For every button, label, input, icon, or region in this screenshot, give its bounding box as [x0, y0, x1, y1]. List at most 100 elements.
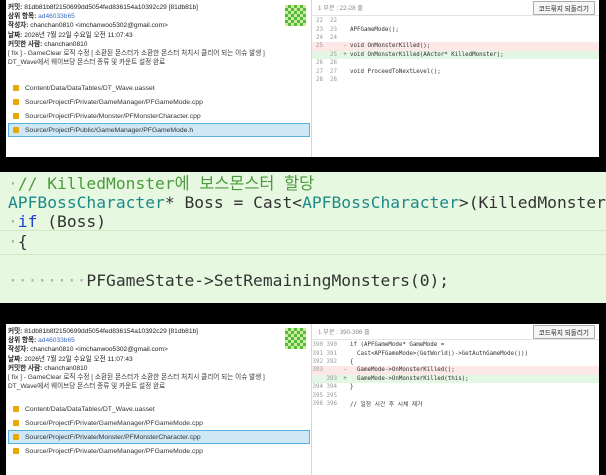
diff-line-removed: 25 - void OnMonsterKilled(); [312, 42, 599, 51]
commit-panel-top: 커밋: 81db81b8f2150699dd5054fed836154a1039… [6, 0, 599, 157]
diff-header: 1 부분 : 22-28 줄 코드묶지 되돌리기 [312, 0, 599, 16]
line-number: 28 [330, 76, 337, 83]
line-number: 390 [312, 342, 323, 349]
diff-line: 28 28 [312, 76, 599, 84]
commit-panel-bottom: 커밋: 81db81b8f2150699dd5054fed836154a1039… [6, 324, 599, 475]
line-number: 24 [330, 34, 337, 41]
diff-view: 1 부분 : 22-28 줄 코드묶지 되돌리기 22 22 23 23 APFGame… [311, 0, 599, 157]
line-number: 394 [326, 384, 337, 391]
diff-marker: + [343, 375, 347, 382]
commit-date: 2026년 7월 22일 수요일 오전 11:07:43 [24, 31, 133, 39]
commit-committer: chanchan0810 [44, 364, 88, 372]
line-number: 393 [312, 367, 323, 374]
file-modified-icon [13, 406, 19, 412]
line-number: 22 [316, 18, 323, 25]
file-item-selected[interactable]: Source/ProjectF/Public/GameManager/PFGam… [8, 123, 310, 137]
diff-header: 1 부분 : 390-396 줄 코드묶지 되돌리기 [312, 324, 599, 340]
code-line: APFBossCharacter* Boss = Cast<APFBossCha… [8, 193, 606, 212]
zoomed-code: ·// KilledMonster에 보스몬스터 할당 APFBossChara… [0, 172, 606, 303]
line-number: 395 [312, 392, 323, 399]
file-item[interactable]: Source/ProjectF/Private/GameManager/PFGa… [8, 444, 310, 458]
commit-details: 커밋: 81db81b8f2150699dd5054fed836154a1039… [6, 0, 311, 157]
code-line: ·// KilledMonster에 보스몬스터 할당 [8, 174, 315, 193]
diff-line-added: 393 + GameMode->OnMonsterKilled(this); [312, 374, 599, 383]
diff-view: 1 부분 : 390-396 줄 코드묶지 되돌리기 390 390 if (APF… [311, 324, 599, 475]
diff-line-removed: 393 - GameMode->OnMonsterKilled(); [312, 366, 599, 375]
commit-hash[interactable]: 81db81b8f2150699dd5054fed836154a10392c29… [24, 4, 198, 11]
code-line: ········PFGameState->SetRemainingMonster… [8, 271, 450, 290]
diff-line: 27 27 void ProceedToNextLevel(); [312, 67, 599, 75]
line-number: 390 [326, 342, 337, 349]
file-item[interactable]: Source/ProjectF/Private/GameManager/PFGa… [8, 416, 310, 430]
file-item[interactable]: Content/Data/DataTables/DT_Wave.uasset [8, 402, 310, 416]
line-number: 391 [312, 350, 323, 357]
commit-message: [ fix ] - GameClear 로직 수정 [ 소환된 몬스터가 소환한… [8, 50, 265, 66]
line-number: 394 [312, 384, 323, 391]
code-text: if (APFGameMode* GameMode = [350, 342, 445, 349]
line-number: 28 [316, 76, 323, 83]
diff-lines: 390 390 if (APFGameMode* GameMode = 391 391 … [312, 340, 599, 408]
line-number: 25 [330, 51, 337, 58]
diff-line: 394 394} [312, 383, 599, 391]
diff-line: 391 391 Cast<APFGameMode>(GetWorld()->Get… [312, 349, 599, 357]
commit-hash[interactable]: 81db81b8f2150699dd5054fed836154a10392c29… [24, 328, 198, 335]
revert-hunk-button[interactable]: 코드묶지 되돌리기 [532, 0, 595, 15]
commit-committer: chanchan0810 [44, 40, 88, 48]
file-modified-icon [13, 127, 19, 133]
line-number: 396 [312, 400, 323, 407]
commit-author: chanchan0810 <imchanwoo5302@gmail.com> [30, 346, 168, 354]
code-line: ·if (Boss) [8, 212, 107, 231]
file-modified-icon [13, 420, 19, 426]
avatar [285, 328, 306, 349]
diff-line: 390 390 if (APFGameMode* GameMode = [312, 341, 599, 349]
line-number: 395 [326, 392, 337, 399]
file-item[interactable]: Content/Data/DataTables/DT_Wave.uasset [8, 81, 310, 95]
hunk-info: 1 부분 : 390-396 줄 [318, 329, 370, 336]
file-item[interactable]: Source/ProjectF/Private/Monster/PFMonste… [8, 109, 310, 123]
code-comment: // KilledMonster에 보스몬스터 할당 [17, 174, 315, 193]
code-text: void ProceedToNextLevel(); [350, 68, 441, 75]
line-number: 27 [316, 68, 323, 75]
code-text: // 일정 시간 후 시체 제거 [350, 402, 423, 409]
changed-files-list: Content/Data/DataTables/DT_Wave.uasset S… [8, 402, 310, 458]
line-number: 23 [330, 26, 337, 33]
code-text: } [350, 384, 354, 391]
line-number: 25 [316, 43, 323, 50]
line-number: 26 [330, 60, 337, 67]
diff-line-added: 25 + void OnMonsterKilled(AActor* KilledMo… [312, 50, 599, 59]
file-modified-icon [13, 99, 19, 105]
commit-date: 2026년 7월 22일 수요일 오전 11:07:43 [24, 355, 133, 363]
file-modified-icon [13, 85, 19, 91]
code-text: GameMode->OnMonsterKilled(); [350, 367, 455, 374]
line-number: 24 [316, 34, 323, 41]
commit-author: chanchan0810 <imchanwoo5302@gmail.com> [30, 22, 168, 30]
line-number: 392 [312, 358, 323, 365]
diff-line: 23 23 APFGameMode(); [312, 25, 599, 33]
code-text: Cast<APFGameMode>(GetWorld()->GetAuthGam… [350, 350, 528, 357]
line-number: 393 [326, 375, 337, 382]
parent-link[interactable]: ad46033b65 [38, 337, 75, 344]
diff-marker: - [343, 367, 347, 374]
line-number: 23 [316, 26, 323, 33]
file-modified-icon [13, 113, 19, 119]
diff-line: 392 392 { [312, 358, 599, 366]
diff-marker: - [343, 43, 347, 50]
code-text: { [350, 358, 354, 365]
file-item-selected[interactable]: Source/ProjectF/Private/Monster/PFMonste… [8, 430, 310, 444]
line-number: 396 [326, 400, 337, 407]
parent-link[interactable]: ad46033b65 [38, 13, 75, 20]
hunk-info: 1 부분 : 22-28 줄 [318, 5, 363, 12]
commit-meta: 커밋: 81db81b8f2150699dd5054fed836154a1039… [8, 328, 198, 372]
code-text: APFGameMode(); [350, 26, 399, 33]
code-text: void OnMonsterKilled(AActor* KilledMonst… [350, 51, 504, 58]
line-number: 392 [326, 358, 337, 365]
file-item[interactable]: Source/ProjectF/Private/GameManager/PFGa… [8, 95, 310, 109]
diff-line: 396 396 // 일정 시간 후 시체 제거 [312, 400, 599, 409]
commit-meta: 커밋: 81db81b8f2150699dd5054fed836154a1039… [8, 4, 198, 48]
code-text: GameMode->OnMonsterKilled(this); [350, 375, 469, 382]
revert-hunk-button[interactable]: 코드묶지 되돌리기 [532, 324, 595, 339]
diff-line: 22 22 [312, 17, 599, 25]
line-number: 26 [316, 60, 323, 67]
line-number: 391 [326, 350, 337, 357]
diff-line: 26 26 [312, 59, 599, 67]
